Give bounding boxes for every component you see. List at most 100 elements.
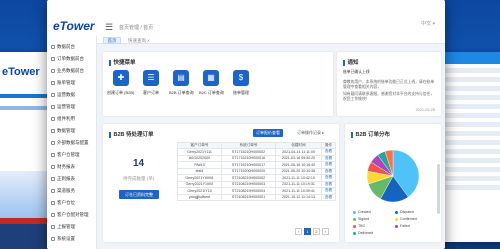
ghost-row — [445, 122, 500, 127]
sidebar-item-label: 账单管理 — [57, 80, 75, 85]
menu-icon — [51, 68, 55, 73]
sidebar-item[interactable]: 数据管理 — [51, 128, 75, 134]
sidebar-item[interactable]: 业务数据前台 — [51, 68, 84, 74]
sidebar-item[interactable]: 渠道服务 — [51, 188, 75, 194]
bill-icon[interactable]: $ — [233, 70, 249, 86]
sidebar-item-label: 外部数据与配置 — [57, 140, 89, 145]
ghost-row — [445, 149, 500, 154]
menu-icon — [51, 212, 55, 217]
ghost-logo: eTower — [2, 66, 40, 78]
menu-icon — [51, 104, 55, 109]
ghost-row — [445, 113, 500, 118]
background-window-right — [440, 52, 500, 242]
pagination-prev-icon[interactable]: ‹ — [295, 228, 302, 235]
sidebar-item[interactable]: 订单数据前台 — [51, 56, 84, 62]
doc-add-icon[interactable]: ✚ — [113, 70, 129, 86]
pie-title-text: B2B 订单分布 — [355, 132, 391, 138]
quick-action-label[interactable]: 客户订单 — [143, 90, 159, 96]
menu-icon — [51, 176, 55, 181]
legend-item[interactable]: Delivered — [353, 231, 373, 235]
sidebar-item-label: 上报管理 — [57, 224, 75, 229]
legend-item[interactable]: Signed — [353, 217, 369, 221]
ghost-row — [445, 167, 500, 172]
quick-menu-card: 快捷菜单 ✚ 创建订单 (B2B) ☰ 客户订单 ▤ B2B 订单查询 ▦ B2… — [103, 52, 333, 116]
sidebar-item[interactable]: 数据前台 — [51, 44, 75, 50]
form-icon[interactable]: ▦ — [203, 70, 219, 86]
table-cell: 2021-10-12 11:14:13 — [275, 193, 322, 201]
sidebar-item[interactable]: 客户仓管理 — [51, 152, 80, 158]
legend-swatch — [353, 231, 356, 235]
notice-body-line: 尊敬的用户，本系统的账单功能已正式上线，请在账单管理中查看相关内容， — [343, 80, 435, 89]
menu-icon — [51, 236, 55, 241]
more-link[interactable]: 订单操作记录 ▸ — [297, 130, 324, 136]
legend-swatch — [353, 217, 356, 221]
menu-icon — [51, 80, 55, 85]
menu-toggle-icon[interactable]: ☰ — [105, 22, 113, 33]
sidebar-item[interactable]: 外部数据与配置 — [51, 140, 89, 146]
table-cell: yangjjlsdfwwf — [177, 193, 222, 201]
tab-quick-query[interactable]: 快速查询 × — [124, 37, 154, 44]
update-button[interactable]: 订仓已资料完整 — [119, 190, 159, 199]
sidebar-item-label: 客户仓位 — [57, 200, 75, 205]
quick-action-label[interactable]: 账单管理 — [233, 90, 249, 96]
pagination-page-current[interactable]: 1 — [304, 228, 311, 235]
sidebar-item[interactable]: 运营管理 — [51, 104, 75, 110]
view-link[interactable]: 查看 — [321, 193, 336, 201]
ghost-row — [445, 158, 500, 163]
legend-label: Delivered — [358, 231, 374, 235]
menu-icon — [51, 200, 55, 205]
doc-icon[interactable]: ▤ — [173, 70, 189, 86]
sidebar-item-label: 正则报表 — [57, 176, 75, 181]
sidebar-item-label: 运营数据 — [57, 92, 75, 97]
legend-item[interactable]: Created — [353, 210, 371, 214]
legend-label: Signed — [358, 217, 370, 221]
language-selector[interactable]: 中文 ▾ — [421, 20, 435, 27]
pagination-page[interactable]: 2 — [313, 228, 320, 235]
scrollbar[interactable] — [437, 164, 440, 214]
legend-swatch — [353, 224, 356, 228]
breadcrumb: 首页管理 / 首页 — [119, 25, 154, 31]
order-distribution-card: B2B 订单分布 Created Dispatch Signed Confirmed T… — [345, 124, 441, 242]
quick-action-label[interactable]: 创建订单 (B2B) — [107, 90, 134, 96]
notice-subtitle[interactable]: 账单已确认上线 — [343, 70, 370, 75]
quick-menu-title: 快捷菜单 — [109, 58, 136, 66]
app-logo[interactable]: eTower — [53, 19, 95, 33]
menu-icon — [51, 44, 55, 49]
legend-item[interactable]: Failed — [395, 224, 410, 228]
sidebar-item[interactable]: 上报管理 — [51, 224, 75, 230]
orders-title: B2B 待处理订单 — [109, 130, 154, 138]
sidebar-item[interactable]: 客户仓位 — [51, 200, 75, 206]
legend-item[interactable]: Confirmed — [395, 217, 417, 221]
quick-action-label[interactable]: B2C 订单查询 — [199, 90, 224, 96]
legend-label: Dispatch — [400, 210, 414, 214]
sidebar-item[interactable]: 财务报表 — [51, 164, 75, 170]
pagination-next-icon[interactable]: › — [322, 228, 329, 235]
sidebar-item[interactable]: 运营数据 — [51, 92, 75, 98]
sidebar-item-label: 数据前台 — [57, 44, 75, 49]
sidebar-item-label: 组件利用 — [57, 116, 75, 121]
legend-item[interactable]: TBC — [353, 224, 365, 228]
pending-count-label: 待完成数量 (单) — [123, 176, 155, 181]
sidebar-item[interactable]: 正则报表 — [51, 176, 75, 182]
list-icon[interactable]: ☰ — [143, 70, 159, 86]
sidebar-item[interactable]: 账单管理 — [51, 80, 75, 86]
sidebar-item[interactable]: 组件利用 — [51, 116, 75, 122]
pie-title: B2B 订单分布 — [351, 130, 390, 138]
legend-swatch — [353, 210, 356, 214]
ghost-row — [445, 68, 500, 73]
quick-action-label[interactable]: B2B 订单查询 — [169, 90, 194, 96]
menu-icon — [51, 128, 55, 133]
sidebar-item-label: 渠道服务 — [57, 188, 75, 193]
tab-home[interactable]: 首页 — [103, 37, 121, 44]
sidebar-item-label: 客户仓管理 — [57, 152, 80, 157]
notice-card: 通知 账单已确认上线 尊敬的用户，本系统的账单功能已正式上线，请在账单管理中查看… — [337, 52, 441, 116]
sidebar-item[interactable]: 客户仓配对管理 — [51, 212, 89, 218]
orders-title-text: B2B 待处理订单 — [113, 132, 154, 138]
menu-icon — [51, 164, 55, 169]
quick-menu-title-text: 快捷菜单 — [113, 60, 136, 66]
legend-item[interactable]: Dispatch — [395, 210, 414, 214]
sidebar-item-label: 数据管理 — [57, 128, 75, 133]
export-button[interactable]: 订单报价查看 — [253, 129, 283, 137]
sidebar-item[interactable]: 系统设置 — [51, 236, 75, 242]
ghost-row — [445, 140, 500, 145]
